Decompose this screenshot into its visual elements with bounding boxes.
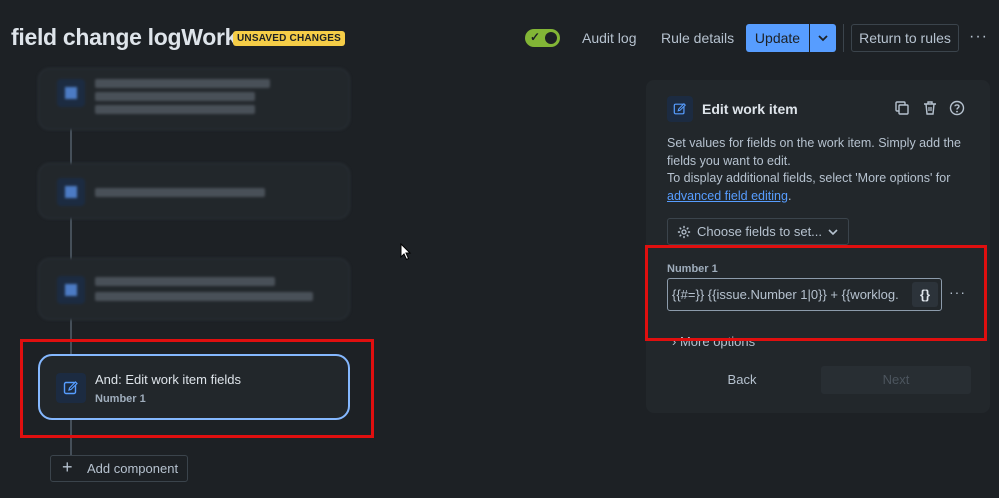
flow-component-blurred-3[interactable] xyxy=(38,258,350,320)
rule-title: field change logWork xyxy=(11,24,238,50)
add-component-button[interactable]: + Add component xyxy=(50,455,188,482)
more-actions-icon[interactable]: ··· xyxy=(969,28,988,46)
header-divider xyxy=(843,24,844,52)
edit-icon-container xyxy=(667,96,693,122)
chevron-down-icon xyxy=(828,229,838,236)
delete-icon[interactable] xyxy=(922,100,938,116)
update-dropdown-button[interactable] xyxy=(810,24,836,52)
check-icon: ✓ xyxy=(530,30,541,44)
add-component-label: Add component xyxy=(87,461,179,476)
component-icon xyxy=(57,276,85,304)
chevron-down-icon xyxy=(818,35,828,42)
edit-icon xyxy=(673,103,686,115)
duplicate-icon[interactable] xyxy=(894,100,910,116)
rule-enabled-toggle[interactable]: ✓ xyxy=(525,29,560,47)
highlight-box-component xyxy=(20,339,374,438)
back-button[interactable]: Back xyxy=(667,366,817,394)
gear-icon xyxy=(677,225,691,239)
component-icon xyxy=(57,178,85,206)
description-text: Set values for fields on the work item. … xyxy=(667,136,961,168)
plus-icon: + xyxy=(62,457,73,477)
advanced-field-editing-link[interactable]: advanced field editing xyxy=(667,189,788,203)
toggle-knob xyxy=(545,32,557,44)
unsaved-changes-badge: UNSAVED CHANGES xyxy=(233,31,345,46)
audit-log-link[interactable]: Audit log xyxy=(582,24,636,52)
flow-component-blurred-1[interactable] xyxy=(38,68,350,130)
rule-details-link[interactable]: Rule details xyxy=(661,24,734,52)
return-to-rules-button[interactable]: Return to rules xyxy=(851,24,959,52)
next-button[interactable]: Next xyxy=(821,366,971,394)
choose-fields-label: Choose fields to set... xyxy=(697,224,823,239)
mouse-cursor-icon xyxy=(400,243,412,261)
update-button[interactable]: Update xyxy=(746,24,809,52)
panel-title: Edit work item xyxy=(702,101,798,117)
component-icon xyxy=(57,79,85,107)
flow-component-blurred-2[interactable] xyxy=(38,163,350,219)
highlight-box-field xyxy=(645,245,987,341)
panel-description: Set values for fields on the work item. … xyxy=(667,135,977,205)
help-icon[interactable] xyxy=(949,100,965,116)
description-text-2: To display additional fields, select 'Mo… xyxy=(667,171,951,185)
choose-fields-button[interactable]: Choose fields to set... xyxy=(667,218,849,245)
description-end: . xyxy=(787,188,792,203)
